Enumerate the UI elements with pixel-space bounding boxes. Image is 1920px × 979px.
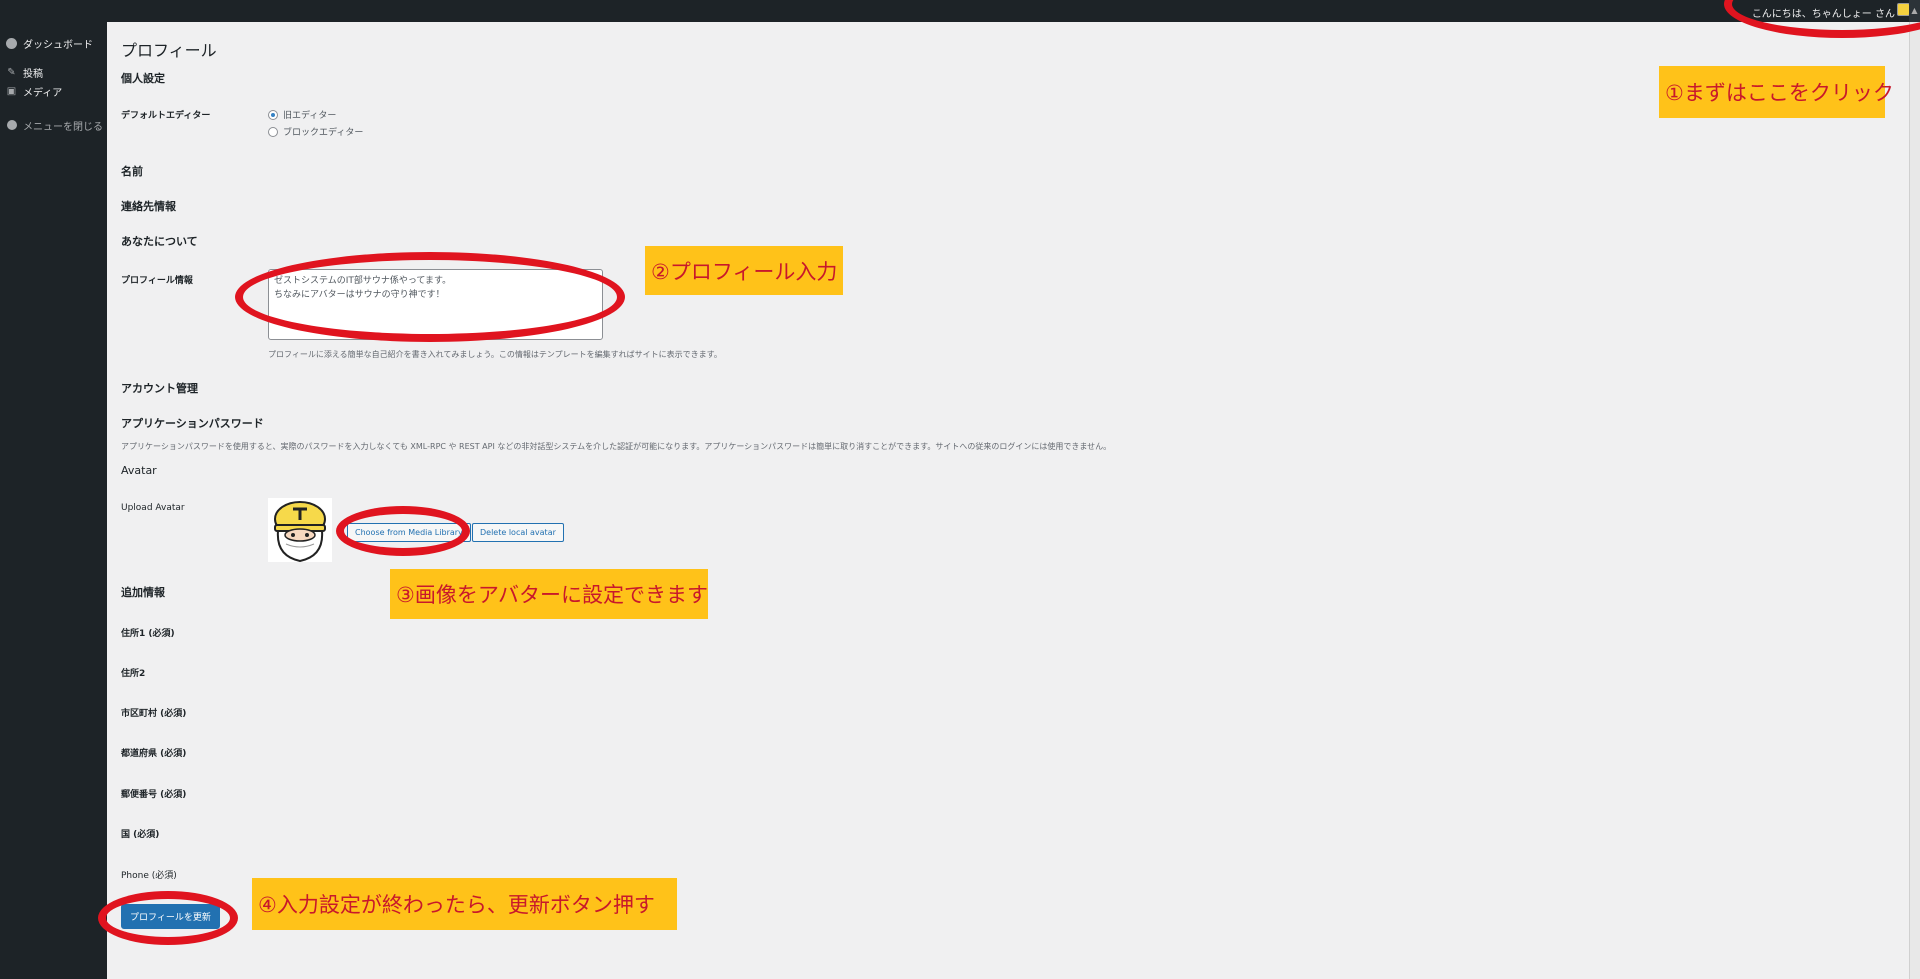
- sidebar-item-media[interactable]: ▣ メディア: [6, 84, 63, 99]
- bio-label: プロフィール情報: [121, 276, 193, 286]
- admin-bar: こんにちは、ちゃんしょー さん: [0, 0, 1920, 22]
- radio-unchecked-icon[interactable]: [268, 126, 278, 137]
- default-editor-label: デフォルトエディター: [121, 111, 211, 121]
- highlight-ring-update-button: [98, 891, 238, 945]
- field-label-address1: 住所1 (必須): [121, 629, 175, 639]
- profile-content: プロフィール 個人設定 デフォルトエディター 旧エディター ブロックエディター …: [107, 22, 1909, 979]
- dashboard-icon: [6, 38, 17, 49]
- sauna-god-avatar-icon: [274, 501, 326, 562]
- field-label-prefecture: 都道府県 (必須): [121, 749, 187, 759]
- annotation-note-1: ①まずはここをクリック: [1659, 66, 1894, 118]
- account-management-heading: アカウント管理: [121, 382, 198, 395]
- avatar-image: [268, 498, 332, 562]
- radio-checked-icon[interactable]: [268, 109, 278, 120]
- editor-option-block[interactable]: ブロックエディター: [268, 125, 363, 138]
- sidebar-item-label: 投稿: [23, 69, 43, 80]
- pin-icon: ✎: [7, 67, 16, 78]
- app-password-heading: アプリケーションパスワード: [121, 417, 264, 430]
- media-icon: ▣: [6, 86, 17, 97]
- field-label-city: 市区町村 (必須): [121, 709, 187, 719]
- field-label-country: 国 (必須): [121, 830, 160, 840]
- contact-info-heading: 連絡先情報: [121, 200, 176, 213]
- scrollbar-track[interactable]: [1909, 22, 1920, 979]
- admin-sidebar: ダッシュボード ✎ 投稿 ▣ メディア メニューを閉じる: [0, 22, 107, 979]
- upload-avatar-label: Upload Avatar: [121, 503, 185, 513]
- delete-local-avatar-button[interactable]: Delete local avatar: [472, 523, 564, 542]
- highlight-ring-media-button: [336, 506, 470, 556]
- sidebar-item-label: メディア: [23, 88, 63, 99]
- annotation-note-3: ③画像をアバターに設定できます: [390, 569, 708, 619]
- editor-option-classic[interactable]: 旧エディター: [268, 108, 336, 121]
- field-label-phone: Phone (必須): [121, 871, 177, 881]
- field-label-address2: 住所2: [121, 669, 146, 679]
- sidebar-item-label: ダッシュボード: [23, 40, 93, 51]
- field-label-postal-code: 郵便番号 (必須): [121, 790, 187, 800]
- personal-settings-heading: 個人設定: [121, 72, 165, 85]
- bio-description: プロフィールに添える簡単な自己紹介を書き入れてみましょう。この情報はテンプレート…: [268, 350, 722, 359]
- sidebar-item-posts[interactable]: ✎ 投稿: [6, 65, 43, 80]
- annotation-note-4: ④入力設定が終わったら、更新ボタン押す: [252, 878, 677, 930]
- collapse-arrow-icon: [6, 120, 17, 131]
- additional-info-heading: 追加情報: [121, 586, 165, 599]
- avatar-heading: Avatar: [121, 464, 157, 477]
- page-title: プロフィール: [121, 41, 217, 60]
- sidebar-item-dashboard[interactable]: ダッシュボード: [6, 36, 93, 51]
- collapse-menu-button[interactable]: メニューを閉じる: [6, 118, 103, 133]
- highlight-ring-bio: [235, 252, 625, 342]
- about-you-heading: あなたについて: [121, 235, 198, 248]
- app-password-description: アプリケーションパスワードを使用すると、実際のパスワードを入力しなくても XML…: [121, 442, 1112, 451]
- annotation-note-2: ②プロフィール入力: [645, 246, 843, 295]
- collapse-menu-label: メニューを閉じる: [23, 122, 103, 133]
- name-heading: 名前: [121, 165, 143, 178]
